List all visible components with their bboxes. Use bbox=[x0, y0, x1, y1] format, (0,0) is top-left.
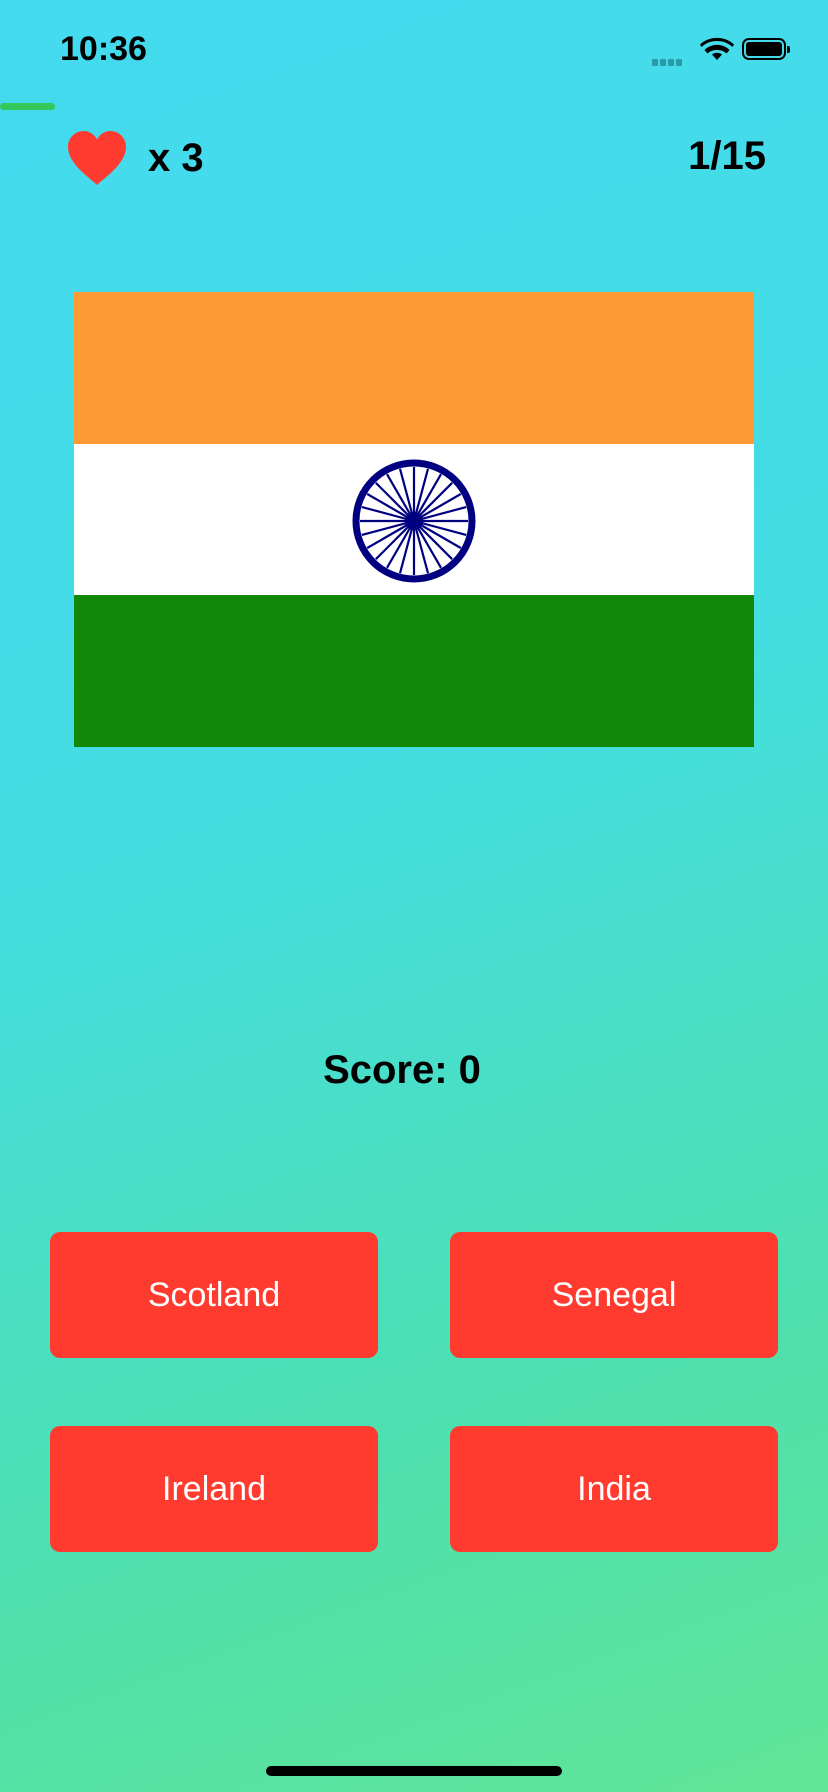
status-time: 10:36 bbox=[60, 30, 147, 68]
answer-button-ireland[interactable]: Ireland bbox=[50, 1426, 378, 1552]
flag-green-stripe bbox=[74, 595, 754, 748]
home-indicator[interactable] bbox=[266, 1766, 562, 1776]
answer-button-senegal[interactable]: Senegal bbox=[450, 1232, 778, 1358]
answer-button-india[interactable]: India bbox=[450, 1426, 778, 1552]
flag-image bbox=[74, 292, 754, 748]
battery-icon bbox=[742, 38, 790, 60]
status-bar: 10:36 bbox=[0, 0, 828, 100]
flag-saffron-stripe bbox=[74, 292, 754, 444]
question-counter: 1/15 bbox=[688, 134, 766, 178]
ashoka-chakra-icon bbox=[352, 459, 476, 583]
score-label: Score: 0 bbox=[323, 1048, 481, 1092]
quiz-progress-fill bbox=[0, 103, 56, 110]
lives-indicator: x 3 bbox=[66, 130, 204, 186]
answer-button-scotland[interactable]: Scotland bbox=[50, 1232, 378, 1358]
wifi-icon bbox=[700, 37, 734, 60]
quiz-progress-bar bbox=[0, 103, 828, 110]
lives-count: x 3 bbox=[148, 135, 204, 180]
cellular-signal-icon bbox=[652, 53, 684, 71]
heart-icon bbox=[68, 131, 126, 185]
